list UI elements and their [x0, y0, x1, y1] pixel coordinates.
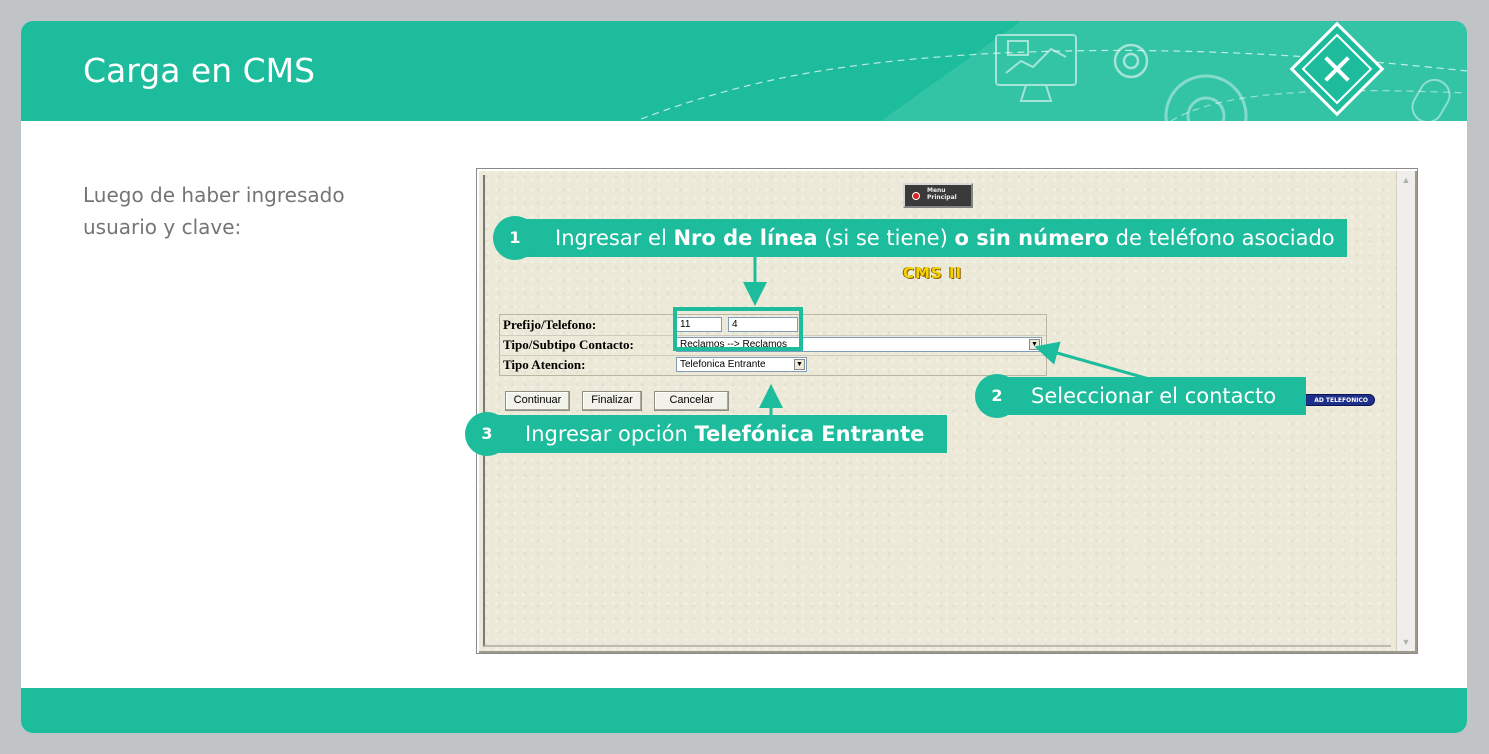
slide: Carga en CMS Luego de haber ingresado us…: [21, 21, 1467, 733]
callout-1: 1 Ingresar el Nro de línea (si se tiene)…: [493, 216, 1347, 260]
phone-highlight-box: [673, 307, 803, 351]
footer-bar: [21, 688, 1467, 733]
arrow-2: [1034, 341, 1150, 381]
callout-3: 3 Ingresar opción Telefónica Entrante: [465, 412, 947, 456]
step-badge: 2: [975, 374, 1019, 418]
step-badge: 1: [493, 216, 537, 260]
callout-2: 2 Seleccionar el contacto: [975, 374, 1306, 418]
callout-1-text: Ingresar el Nro de línea (si se tiene) o…: [555, 226, 1335, 250]
step-badge: 3: [465, 412, 509, 456]
callout-2-text: Seleccionar el contacto: [1031, 384, 1277, 408]
callout-3-text: Ingresar opción Telefónica Entrante: [525, 422, 925, 446]
